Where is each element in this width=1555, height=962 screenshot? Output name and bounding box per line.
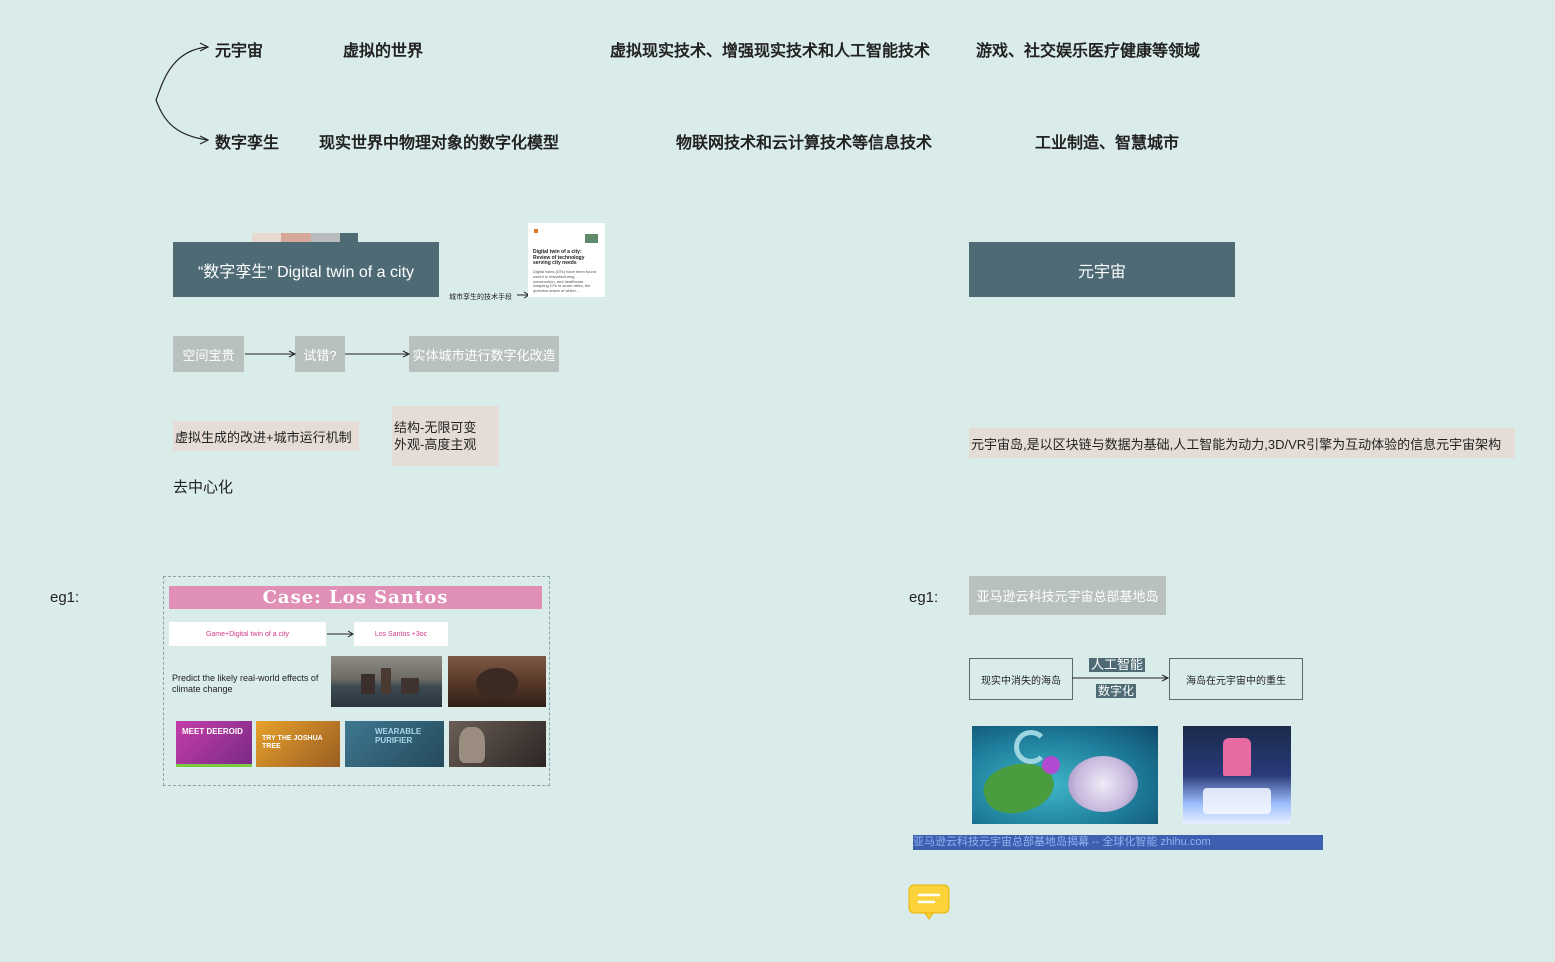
case-flow-left: Game+Digital twin of a city: [169, 622, 326, 646]
case-los-santos-card[interactable]: Case: Los Santos Game+Digital twin of a …: [163, 576, 550, 786]
right-example-label: eg1:: [909, 589, 939, 606]
case-predict-text: Predict the likely real-world effects of…: [172, 673, 319, 694]
metaverse-fashion-image[interactable]: [1183, 726, 1291, 824]
digital-twin-header[interactable]: “数字孪生” Digital twin of a city: [173, 242, 439, 297]
note-decentralization: 去中心化: [173, 479, 234, 496]
metaverse-island-image[interactable]: [972, 726, 1158, 824]
paper-thumbnail[interactable]: Digital twin of a city: Review of techno…: [528, 223, 605, 297]
left-example-label: eg1:: [50, 589, 80, 606]
case-flow-arrow: [327, 630, 354, 638]
comment-icon-glyph: [908, 884, 950, 920]
concept-metaverse-name: 元宇宙: [215, 43, 264, 60]
paper-title: Digital twin of a city: Review of techno…: [533, 249, 585, 266]
note-structure-line1: 结构-无限可变: [394, 420, 477, 435]
branch-connector: [155, 42, 210, 145]
note-structure[interactable]: 结构-无限可变 外观-高度主观: [392, 406, 499, 466]
note-improvement[interactable]: 虚拟生成的改进+城市运行机制: [173, 421, 359, 451]
billboard-statue: [449, 721, 546, 767]
note-structure-line2: 外观-高度主观: [394, 437, 477, 452]
paper-abstract: Digital twins (DTs) have been found usef…: [533, 269, 596, 294]
flow-box-vanished-island[interactable]: 现实中消失的海岛: [969, 658, 1073, 700]
example-title-box[interactable]: 亚马逊云科技元宇宙总部基地岛: [969, 576, 1166, 615]
metaverse-description[interactable]: 元宇宙岛,是以区块链与数据为基础,人工智能为动力,3D/VR引擎为互动体验的信息…: [969, 428, 1515, 458]
billboard-joshua-tree: TRY THE JOSHUA TREE: [256, 721, 340, 767]
flow-box-island-rebirth[interactable]: 海岛在元宇宙中的重生: [1169, 658, 1303, 700]
island-flow-arrow: [1072, 674, 1170, 682]
comment-icon[interactable]: [908, 884, 950, 920]
concept-metaverse-fields: 游戏、社交娱乐医疗健康等领域: [976, 43, 1201, 60]
case-title: Case: Los Santos: [169, 586, 542, 609]
flow-arrows: [245, 350, 411, 358]
flow-step-space[interactable]: 空间宝贵: [173, 336, 244, 372]
billboard-purifier: WEARABLE PURIFIER: [345, 721, 444, 767]
concept-digital-twin-technology: 物联网技术和云计算技术等信息技术: [676, 135, 933, 152]
metaverse-header[interactable]: 元宇宙: [969, 242, 1235, 297]
case-flow-right: Los Santos +3oc: [354, 622, 448, 646]
image-caption-link[interactable]: 亚马逊云科技元宇宙总部基地岛揭幕 -- 全球化智能 zhihu.com: [913, 835, 1323, 850]
concept-metaverse-definition: 虚拟的世界: [343, 43, 424, 60]
concept-digital-twin-name: 数字孪生: [215, 135, 280, 152]
flooded-street-image: [448, 656, 546, 707]
concept-digital-twin-fields: 工业制造、智慧城市: [1035, 135, 1180, 152]
billboard-deer: MEET DEEROID: [176, 721, 252, 767]
concept-metaverse-technology: 虚拟现实技术、增强现实技术和人工智能技术: [610, 43, 931, 60]
technique-arrow: [517, 291, 530, 299]
concept-digital-twin-definition: 现实世界中物理对象的数字化模型: [319, 135, 560, 152]
flooded-city-image: [331, 656, 442, 707]
flow-step-digitize[interactable]: 实体城市进行数字化改造: [409, 336, 559, 372]
flow-label-digitization: 数字化: [1096, 684, 1137, 698]
flow-label-ai: 人工智能: [1089, 657, 1146, 672]
